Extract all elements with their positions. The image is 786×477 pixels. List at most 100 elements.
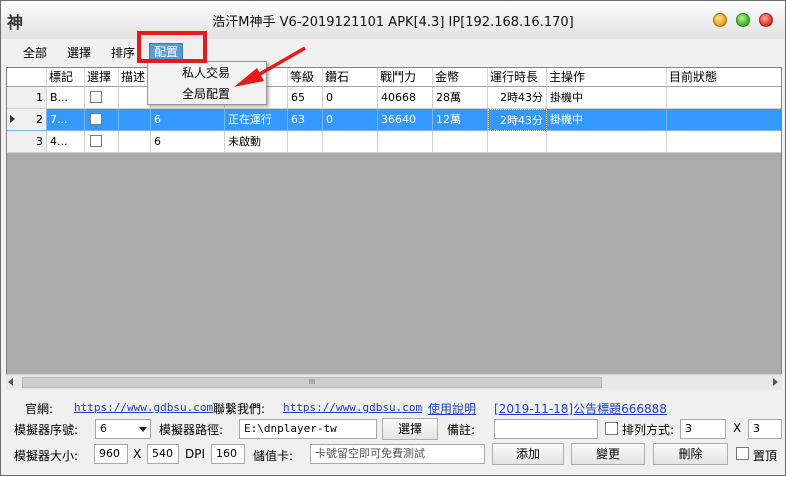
cell-col4: 6 xyxy=(151,109,225,131)
cell-select xyxy=(85,87,119,109)
cell-diamond: 0 xyxy=(323,87,378,109)
emu-height-input[interactable]: 540 xyxy=(147,444,179,464)
row-number[interactable]: 3 xyxy=(7,131,47,153)
arrange-cols-input[interactable]: 3 xyxy=(680,419,726,439)
cell-mark: B... xyxy=(47,87,85,109)
cell-select xyxy=(85,131,119,153)
row-number[interactable]: 2 xyxy=(7,109,47,131)
change-button[interactable]: 變更 xyxy=(571,443,645,465)
table-row-selected[interactable]: 2 7... 6 正在運行 63 0 36640 12萬 2時43分 掛機中 xyxy=(7,109,781,131)
emu-index-label: 模擬器序號: xyxy=(14,423,79,437)
menu-bar: 全部 選擇 排序 配置 xyxy=(1,39,785,65)
row-number-text: 2 xyxy=(36,113,43,126)
cell-level: 65 xyxy=(288,87,323,109)
maximize-button[interactable] xyxy=(736,13,750,27)
cell-select xyxy=(85,109,119,131)
cell-desc xyxy=(119,131,151,153)
dpi-label: DPI xyxy=(185,447,206,461)
cell-power: 36640 xyxy=(378,109,433,131)
table-header: 標記 選擇 描述 等級 鑽石 戰鬥力 金幣 運行時長 主操作 目前狀態 xyxy=(7,68,781,87)
header-runtime[interactable]: 運行時長 xyxy=(488,68,547,87)
cell-diamond xyxy=(323,131,378,153)
emulator-table: 標記 選擇 描述 等級 鑽石 戰鬥力 金幣 運行時長 主操作 目前狀態 1 B.… xyxy=(6,67,782,389)
official-site-link[interactable]: https://www.gdbsu.com xyxy=(74,401,213,414)
header-diamond[interactable]: 鑽石 xyxy=(323,68,378,87)
scroll-right-icon[interactable] xyxy=(773,378,778,386)
row-number[interactable]: 1 xyxy=(7,87,47,109)
row-checkbox[interactable] xyxy=(90,91,102,103)
close-button[interactable] xyxy=(759,13,773,27)
cell-state xyxy=(667,87,781,109)
menu-sort[interactable]: 排序 xyxy=(111,44,135,61)
arrange-checkbox[interactable] xyxy=(605,422,618,435)
arrange-rows-input[interactable]: 3 xyxy=(748,419,782,439)
app-window: 神 浩汗M神手 V6-2019121101 APK[4.3] IP[192.16… xyxy=(0,0,786,476)
menu-item-global-config[interactable]: 全局配置 xyxy=(148,84,266,104)
notice-link[interactable]: [2019-11-18]公告標題666888 xyxy=(494,400,667,417)
pin-top-label: 置頂 xyxy=(753,449,778,463)
horizontal-scrollbar[interactable]: III xyxy=(6,374,782,390)
scroll-thumb[interactable]: III xyxy=(22,377,602,388)
cell-runtime: 2時43分 xyxy=(488,109,547,131)
card-label: 儲值卡: xyxy=(253,449,294,463)
cell-run-status: 正在運行 xyxy=(225,109,288,131)
menu-item-private-trade[interactable]: 私人交易 xyxy=(148,63,266,83)
card-input[interactable]: 卡號留空即可免費測試 xyxy=(310,444,485,464)
cell-main-op: 掛機中 xyxy=(547,87,667,109)
cell-state xyxy=(667,109,781,131)
cell-runtime: 2時43分 xyxy=(488,87,547,109)
header-level[interactable]: 等級 xyxy=(288,68,323,87)
contact-label: 聯繫我們: xyxy=(213,402,266,416)
table-row[interactable]: 1 B... 行 65 0 40668 28萬 2時43分 掛機中 xyxy=(7,87,781,109)
emu-path-input[interactable]: E:\dnplayer-tw xyxy=(239,419,377,439)
remark-input[interactable] xyxy=(494,419,598,439)
emu-width-input[interactable]: 960 xyxy=(94,444,128,464)
emu-index-value: 6 xyxy=(100,422,107,435)
size-x-label: X xyxy=(133,447,142,461)
cell-gold: 28萬 xyxy=(433,87,488,109)
header-select[interactable]: 選擇 xyxy=(85,68,119,87)
row-checkbox[interactable] xyxy=(90,135,102,147)
contact-link[interactable]: https://www.gdbsu.com xyxy=(283,401,422,414)
cell-gold xyxy=(433,131,488,153)
cell-run-status: 未啟動 xyxy=(225,131,288,153)
cell-runtime xyxy=(488,131,547,153)
delete-button[interactable]: 刪除 xyxy=(653,443,728,465)
cell-diamond: 0 xyxy=(323,109,378,131)
current-row-arrow-icon xyxy=(10,115,15,123)
header-mark[interactable]: 標記 xyxy=(47,68,85,87)
row-checkbox[interactable] xyxy=(90,113,102,125)
select-path-button[interactable]: 選擇 xyxy=(382,418,438,440)
header-state[interactable]: 目前狀態 xyxy=(667,68,781,87)
cell-mark: 7... xyxy=(47,109,85,131)
pin-top-checkbox[interactable] xyxy=(736,447,749,460)
cell-power xyxy=(378,131,433,153)
cell-state xyxy=(667,131,781,153)
dpi-input[interactable]: 160 xyxy=(211,444,245,464)
emu-index-select[interactable]: 6 xyxy=(95,419,151,439)
minimize-button[interactable] xyxy=(713,13,727,27)
cell-mark: 4... xyxy=(47,131,85,153)
cell-desc xyxy=(119,109,151,131)
red-highlight-box xyxy=(137,31,207,63)
manual-link[interactable]: 使用說明 xyxy=(428,400,476,417)
cell-power: 40668 xyxy=(378,87,433,109)
chevron-down-icon xyxy=(139,427,147,432)
header-main-op[interactable]: 主操作 xyxy=(547,68,667,87)
cell-main-op xyxy=(547,131,667,153)
arrange-x-label: X xyxy=(733,421,742,435)
header-gold[interactable]: 金幣 xyxy=(433,68,488,87)
scroll-left-icon[interactable] xyxy=(8,378,13,386)
cell-level xyxy=(288,131,323,153)
window-title: 浩汗M神手 V6-2019121101 APK[4.3] IP[192.168.… xyxy=(212,15,574,30)
table-row[interactable]: 3 4... 6 未啟動 xyxy=(7,131,781,153)
menu-all[interactable]: 全部 xyxy=(23,44,47,61)
remark-label: 備註: xyxy=(447,423,476,437)
add-button[interactable]: 添加 xyxy=(492,443,564,465)
cell-col4: 6 xyxy=(151,131,225,153)
header-power[interactable]: 戰鬥力 xyxy=(378,68,433,87)
arrange-label: 排列方式: xyxy=(622,423,675,437)
cell-gold: 12萬 xyxy=(433,109,488,131)
menu-select[interactable]: 選擇 xyxy=(67,44,91,61)
title-bar[interactable]: 神 浩汗M神手 V6-2019121101 APK[4.3] IP[192.16… xyxy=(1,1,785,39)
